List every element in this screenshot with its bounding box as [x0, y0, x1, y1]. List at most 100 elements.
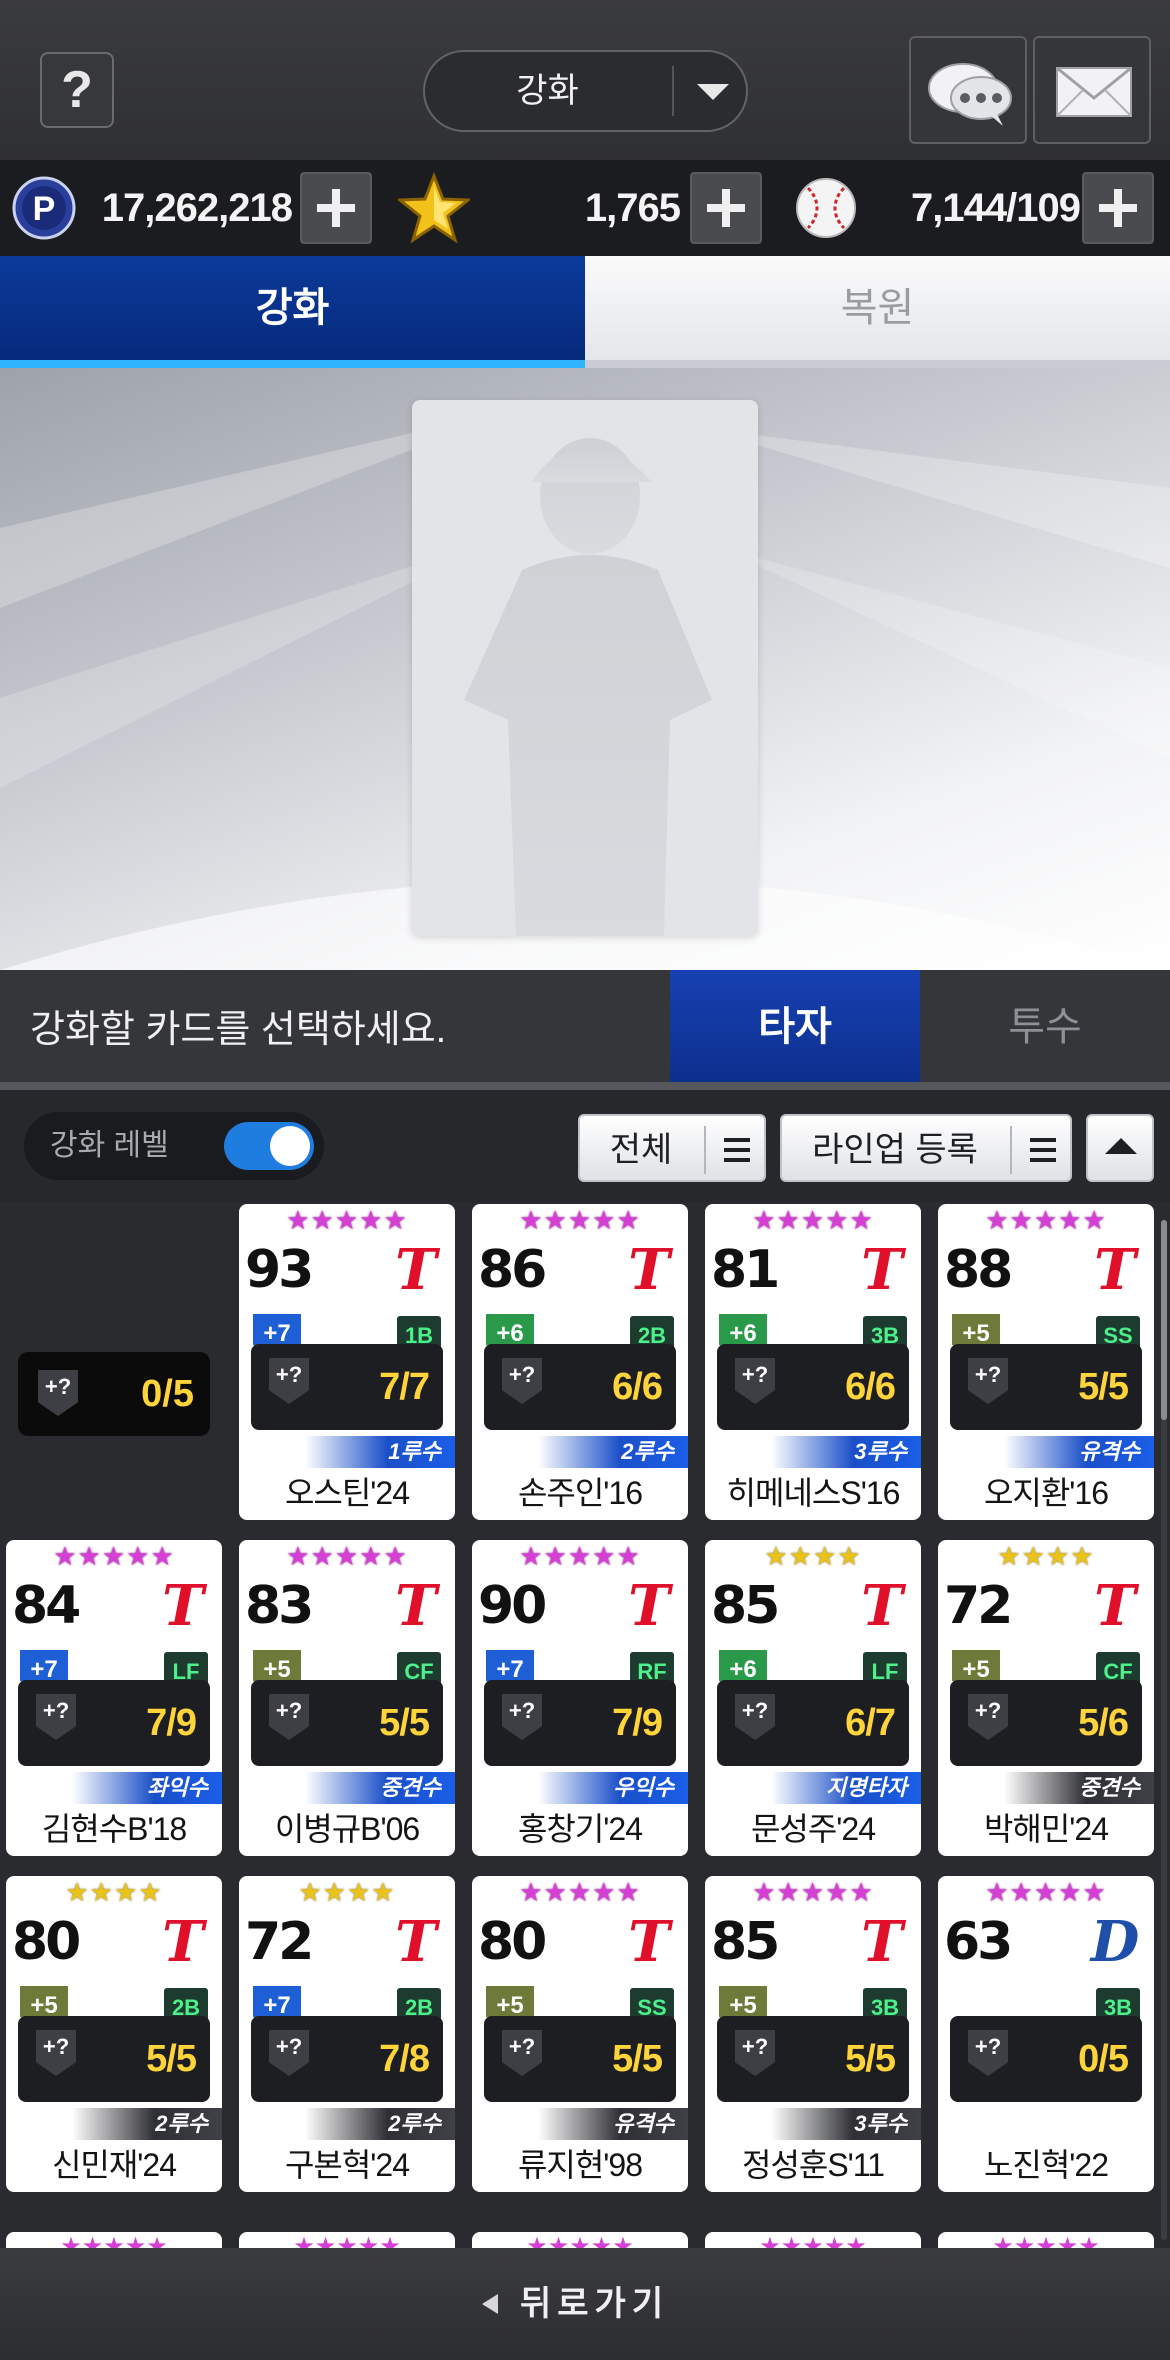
- player-card[interactable]: ★★★★★ 80 T +5 SS +? 5/5 유격수 류지현'98: [472, 1876, 688, 2192]
- mode-select-value: 강화: [516, 72, 579, 110]
- team-logo-icon: T: [1094, 1237, 1136, 1303]
- back-button[interactable]: 뒤로가기: [470, 2270, 700, 2338]
- player-card[interactable]: ★★★★★ 90 T +7 RF +? 7/9 우익수 홍창기'24: [472, 1540, 688, 1856]
- gold-star-icon: [398, 172, 470, 244]
- player-card-partial[interactable]: ★★★★★: [938, 2232, 1154, 2248]
- team-logo-icon: T: [162, 1573, 204, 1639]
- filter-divider: [704, 1126, 706, 1174]
- tab-pitcher[interactable]: 투수: [920, 970, 1170, 1090]
- player-card[interactable]: ★★★★★ 63 D 3B +? 0/5 노진혁'22: [938, 1876, 1154, 2192]
- card-overall: 63: [944, 1912, 1013, 1972]
- card-role: 중견수: [1004, 1772, 1154, 1804]
- card-level: 7/7: [379, 1366, 430, 1408]
- filter-all-button[interactable]: 전체: [578, 1114, 766, 1182]
- mode-select-divider: [672, 66, 674, 116]
- stars-add-button[interactable]: [690, 172, 762, 244]
- card-stars: ★★★★★: [286, 1205, 408, 1235]
- team-logo-icon: T: [162, 1909, 204, 1975]
- card-player-name: 김현수B'18: [41, 1811, 187, 1847]
- tab-batter[interactable]: 타자: [670, 970, 920, 1090]
- card-role: 좌익수: [72, 1772, 222, 1804]
- card-player-name: 오스틴'24: [284, 1475, 410, 1511]
- card-level: 5/5: [379, 1702, 430, 1744]
- card-role: 지명타자: [771, 1772, 921, 1804]
- card-overall: 72: [944, 1576, 1013, 1636]
- card-stars: ★★★★: [65, 1877, 163, 1907]
- player-card[interactable]: ★★★★★ 86 T +6 2B +? 6/6 2루수 손주인'16: [472, 1204, 688, 1520]
- filter-lineup-button[interactable]: 라인업 등록: [780, 1114, 1072, 1182]
- upgrade-level-icon: +?: [36, 1694, 76, 1740]
- tab-enhance[interactable]: 강화: [0, 256, 585, 368]
- mode-select[interactable]: 강화: [423, 50, 748, 132]
- enhance-level-toggle-group: 강화 레벨: [24, 1112, 324, 1180]
- upgrade-level-icon: +?: [269, 2030, 309, 2076]
- team-logo-icon: T: [861, 1237, 903, 1303]
- card-level-box: +? 7/7: [251, 1344, 443, 1430]
- player-card[interactable]: ★★★★★ 84 T +7 LF +? 7/9 좌익수 김현수B'18: [6, 1540, 222, 1856]
- player-card[interactable]: ★★★★★ 93 T +7 1B +? 7/7 1루수 오스틴'24: [239, 1204, 455, 1520]
- player-card[interactable]: ★★★★★ 83 T +5 CF +? 5/5 중견수 이병규B'06: [239, 1540, 455, 1856]
- card-stars: ★★★★★: [53, 1541, 175, 1571]
- top-bar: ? 강화: [0, 0, 1170, 160]
- balls-add-button[interactable]: [1082, 172, 1154, 244]
- scrollbar-thumb[interactable]: [1161, 1220, 1167, 1420]
- player-card[interactable]: ★★★★★ 88 T +5 SS +? 5/5 유격수 오지환'16: [938, 1204, 1154, 1520]
- card-role: 2루수: [538, 1436, 688, 1468]
- player-card-partial[interactable]: ★★★★★: [705, 2232, 921, 2248]
- chat-button[interactable]: [909, 36, 1027, 144]
- card-player-name: 이병규B'06: [274, 1811, 420, 1847]
- player-card[interactable]: ★★★★ 72 T +5 CF +? 5/6 중견수 박해민'24: [938, 1540, 1154, 1856]
- card-stars: ★★★★★: [286, 1541, 408, 1571]
- team-logo-icon: T: [861, 1909, 903, 1975]
- back-arrow-icon: [482, 2294, 498, 2314]
- team-logo-icon: T: [1094, 1573, 1136, 1639]
- player-card[interactable]: ★★★★★ 81 T +6 3B +? 6/6 3루수 히메네스S'16: [705, 1204, 921, 1520]
- card-overall: 84: [12, 1576, 81, 1636]
- upgrade-level-icon: +?: [502, 1694, 542, 1740]
- card-role: 2루수: [305, 2108, 455, 2140]
- chevron-down-icon[interactable]: [687, 72, 737, 110]
- card-overall: 85: [711, 1576, 780, 1636]
- help-button[interactable]: ?: [40, 52, 114, 128]
- player-card[interactable]: ★★★★★ 85 T +5 3B +? 5/5 3루수 정성훈S'11: [705, 1876, 921, 2192]
- card-level: 7/9: [612, 1702, 663, 1744]
- card-level-box: +? 6/6: [717, 1344, 909, 1430]
- card-stars: ★★★★★: [985, 1877, 1107, 1907]
- card-overall: 83: [245, 1576, 314, 1636]
- enhance-level-toggle[interactable]: [224, 1122, 314, 1170]
- upgrade-level-icon: +?: [269, 1358, 309, 1404]
- envelope-icon: [1056, 66, 1132, 117]
- player-card[interactable]: ★★★★ 72 T +7 2B +? 7/8 2루수 구본혁'24: [239, 1876, 455, 2192]
- upgrade-level-icon: +?: [735, 1358, 775, 1404]
- card-player-name: 홍창기'24: [517, 1811, 643, 1847]
- card-overall: 88: [944, 1240, 1013, 1300]
- card-level-box: +? 6/6: [484, 1344, 676, 1430]
- card-level: 7/9: [146, 1702, 197, 1744]
- card-stars: ★★★★: [298, 1877, 396, 1907]
- player-card[interactable]: ★★★★ 80 T +5 2B +? 5/5 2루수 신민재'24: [6, 1876, 222, 2192]
- card-overall: 81: [711, 1240, 780, 1300]
- card-stars: ★★★★★: [519, 1541, 641, 1571]
- player-card-partial[interactable]: ★★★★★: [239, 2232, 455, 2248]
- player-card[interactable]: ★★★★ 85 T +6 LF +? 6/7 지명타자 문성주'24: [705, 1540, 921, 1856]
- mail-button[interactable]: [1033, 36, 1151, 144]
- empty-card-slot[interactable]: [412, 400, 758, 936]
- tab-restore[interactable]: 복원: [585, 256, 1170, 368]
- player-card-partial[interactable]: ★★★★★: [472, 2232, 688, 2248]
- card-stars: ★★★★★: [519, 1877, 641, 1907]
- card-player-name: 문성주'24: [750, 1811, 876, 1847]
- card-role: 2루수: [72, 2108, 222, 2140]
- card-overall: 93: [245, 1240, 314, 1300]
- card-player-name: 오지환'16: [983, 1475, 1109, 1511]
- card-grid[interactable]: +? 0/5 ★★★★★ 93 T +7 1B +? 7/7 1루수 오스틴'24 ★★★★★ 86…: [0, 1202, 1170, 2248]
- svg-text:P: P: [33, 190, 56, 228]
- player-card-partial[interactable]: ★★★★★: [6, 2232, 222, 2248]
- sort-up-button[interactable]: [1086, 1114, 1154, 1182]
- upgrade-level-icon: +?: [502, 2030, 542, 2076]
- filter-bar: 강화 레벨 전체 라인업 등록: [0, 1090, 1170, 1202]
- balls-value: 7,144/109: [911, 186, 1081, 230]
- card-level-box: +? 7/9: [484, 1680, 676, 1766]
- card-stars: ★★★★★: [519, 1205, 641, 1235]
- points-add-button[interactable]: [300, 172, 372, 244]
- card-level-box: +? 5/5: [950, 1344, 1142, 1430]
